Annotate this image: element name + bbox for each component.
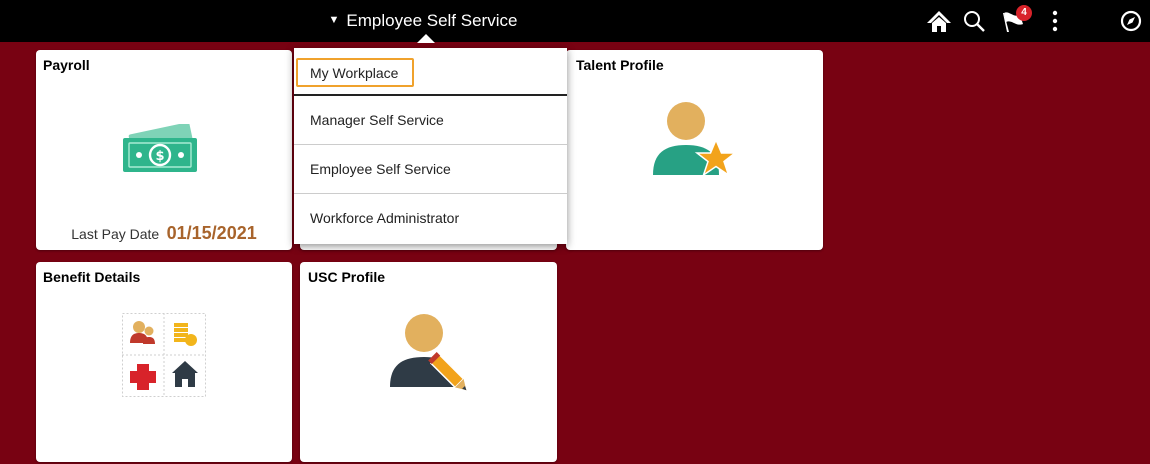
navigation-collection-menu: My Workplace Manager Self Service Employ… — [294, 48, 567, 244]
actions-menu-icon[interactable] — [1042, 8, 1068, 34]
menu-pointer — [417, 34, 435, 43]
talent-profile-tile[interactable]: Talent Profile — [566, 50, 823, 250]
tile-title: USC Profile — [308, 269, 386, 285]
menu-item-label: Manager Self Service — [310, 112, 444, 128]
benefits-grid-icon — [122, 313, 206, 402]
navbar-compass-icon[interactable] — [1118, 8, 1144, 34]
svg-text:$: $ — [155, 149, 164, 164]
money-icon: $ — [121, 122, 203, 183]
menu-item-label: My Workplace — [310, 65, 399, 81]
menu-item-manager-self-service[interactable]: Manager Self Service — [294, 96, 567, 145]
notifications-flag-icon[interactable]: 4 — [1000, 5, 1032, 34]
last-pay-date-value: 01/15/2021 — [166, 223, 257, 243]
payroll-tile[interactable]: Payroll $ Last Pay Date 01/15/2021 — [36, 50, 292, 250]
menu-item-employee-self-service[interactable]: Employee Self Service — [294, 145, 567, 194]
usc-profile-tile[interactable]: USC Profile — [300, 262, 557, 462]
page-title: Employee Self Service — [346, 11, 518, 30]
menu-item-label: Employee Self Service — [310, 161, 451, 177]
top-navigation-bar: ▼ Employee Self Service 4 — [0, 0, 1150, 42]
last-pay-date-label: Last Pay Date — [71, 226, 160, 242]
tile-title: Payroll — [43, 57, 90, 73]
tile-title: Benefit Details — [43, 269, 141, 285]
search-icon[interactable] — [961, 8, 987, 34]
notification-count-badge: 4 — [1016, 5, 1032, 21]
person-pencil-icon — [382, 313, 476, 408]
benefit-details-tile[interactable]: Benefit Details — [36, 262, 292, 462]
tile-title: Talent Profile — [576, 57, 664, 73]
menu-item-workforce-administrator[interactable]: Workforce Administrator — [294, 194, 567, 242]
home-icon[interactable] — [926, 8, 952, 34]
person-star-icon — [650, 101, 740, 192]
menu-item-my-workplace[interactable]: My Workplace — [294, 48, 567, 96]
menu-item-label: Workforce Administrator — [310, 210, 460, 226]
caret-down-icon: ▼ — [328, 14, 340, 26]
last-pay-date: Last Pay Date 01/15/2021 — [36, 223, 292, 244]
